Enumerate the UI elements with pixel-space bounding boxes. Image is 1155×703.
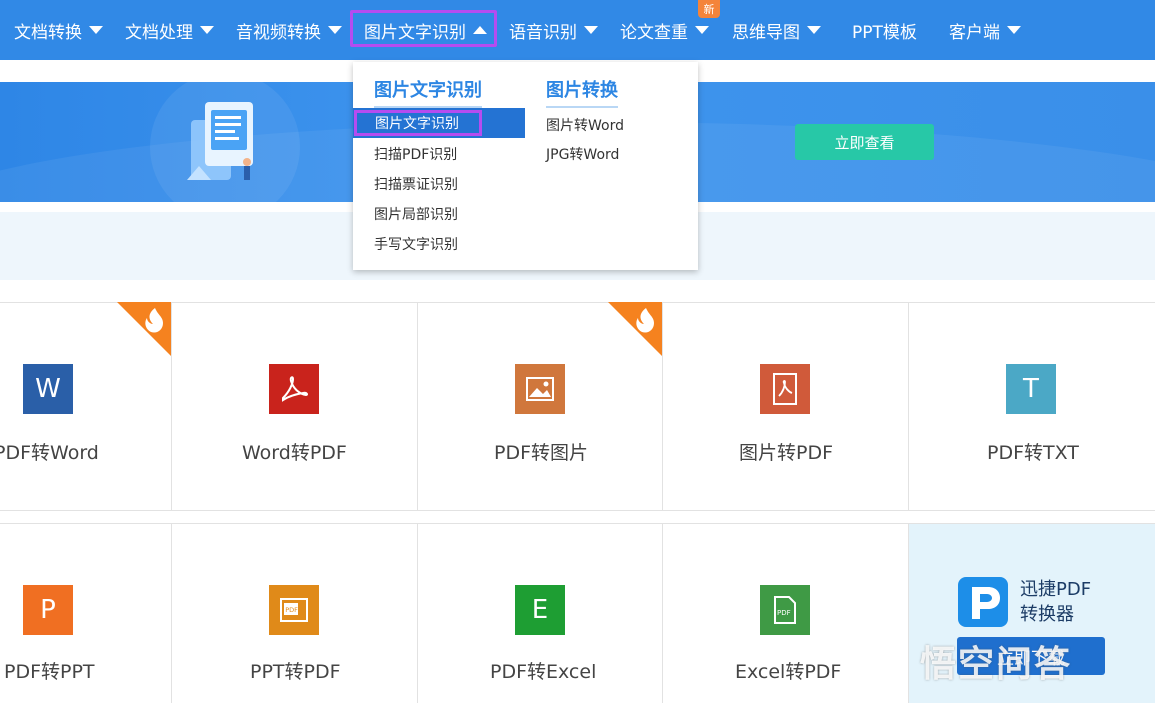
icon-letter: W <box>35 374 61 404</box>
nav-item-plagiarism[interactable]: 论文查重 <box>620 0 709 60</box>
svg-text:PDF: PDF <box>777 609 791 617</box>
nav-label: 论文查重 <box>620 22 688 43</box>
tile-label: PDF转图片 <box>494 442 589 464</box>
pdf-doc-glyph-icon: PDF <box>280 598 308 622</box>
tile-ppt-to-pdf[interactable]: PDF PPT转PDF <box>172 523 417 703</box>
view-now-button[interactable]: 立即查看 <box>795 124 934 160</box>
nav-item-doc-convert[interactable]: 文档转换 <box>14 0 103 60</box>
dropdown-item-image-partial-ocr[interactable]: 图片局部识别 <box>374 204 458 224</box>
picture-icon <box>526 377 554 401</box>
tile-label: PDF转TXT <box>987 442 1079 464</box>
caret-down-icon <box>328 26 342 34</box>
caret-down-icon <box>1007 26 1021 34</box>
tile-image-to-pdf[interactable]: 图片转PDF <box>663 302 908 510</box>
highlight-outline <box>350 10 497 47</box>
nav-label: 语音识别 <box>509 22 577 43</box>
dropdown-column-title: 图片转换 <box>546 76 618 108</box>
nav-label: 思维导图 <box>732 22 800 43</box>
new-badge: 新 <box>698 0 720 18</box>
caret-down-icon <box>584 26 598 34</box>
dropdown-item-jpg-to-word[interactable]: JPG转Word <box>546 144 619 164</box>
page: 文档转换 文档处理 音视频转换 图片文字识别 语音识别 论文查重 新 思维导图 … <box>0 0 1155 703</box>
image-icon <box>515 364 565 414</box>
promo-title: 迅捷PDF 转换器 <box>1020 577 1091 627</box>
tile-label: PDF转Excel <box>490 661 597 683</box>
tile-pdf-to-txt[interactable]: T PDF转TXT <box>909 302 1154 510</box>
pdf-doc-icon: PDF <box>269 585 319 635</box>
tile-label: PPT转PDF <box>250 661 341 683</box>
dropdown-item-scan-pdf-ocr[interactable]: 扫描PDF识别 <box>374 144 457 164</box>
acrobat-icon <box>282 376 308 402</box>
tile-pdf-to-ppt[interactable]: P PDF转PPT <box>0 523 171 703</box>
dropdown-column-title: 图片文字识别 <box>374 76 482 108</box>
pdf-doc-icon: PDF <box>760 585 810 635</box>
hot-flame-icon <box>117 302 171 356</box>
icon-letter: T <box>1023 374 1039 404</box>
dropdown-item-image-ocr[interactable]: 图片文字识别 <box>354 110 482 136</box>
top-nav: 文档转换 文档处理 音视频转换 图片文字识别 语音识别 论文查重 新 思维导图 … <box>0 0 1155 60</box>
nav-item-ppt-template[interactable]: PPT模板 <box>852 0 917 60</box>
tile-pdf-to-excel[interactable]: E PDF转Excel <box>418 523 663 703</box>
dropdown-item-image-to-word[interactable]: 图片转Word <box>546 115 624 135</box>
nav-item-client[interactable]: 客户端 <box>949 0 1021 60</box>
tile-word-to-pdf[interactable]: Word转PDF <box>172 302 417 510</box>
ppt-icon: P <box>23 585 73 635</box>
pdf-file-icon <box>773 373 797 405</box>
caret-down-icon <box>89 26 103 34</box>
tile-label: Word转PDF <box>242 442 347 464</box>
nav-item-mindmap[interactable]: 思维导图 <box>732 0 821 60</box>
grid-divider <box>0 510 1155 511</box>
nav-label: PPT模板 <box>852 22 917 43</box>
tile-label: PDF转PPT <box>4 661 95 683</box>
tile-label: 图片转PDF <box>739 442 834 464</box>
nav-label: 文档处理 <box>125 22 193 43</box>
caret-down-icon <box>695 26 709 34</box>
nav-item-image-ocr[interactable]: 图片文字识别 <box>350 0 497 60</box>
pdf-icon <box>760 364 810 414</box>
document-illustration-icon <box>187 102 253 180</box>
hot-flame-icon <box>608 302 662 356</box>
icon-letter: P <box>40 595 56 625</box>
xunjie-pdf-logo-icon <box>958 577 1008 627</box>
nav-item-av-convert[interactable]: 音视频转换 <box>236 0 342 60</box>
word-icon: W <box>23 364 73 414</box>
tile-label: PDF转Word <box>0 442 99 464</box>
tile-excel-to-pdf[interactable]: PDF Excel转PDF <box>663 523 908 703</box>
promo-title-line: 转换器 <box>1020 604 1074 625</box>
excel-icon: E <box>515 585 565 635</box>
pdf-page-icon: PDF <box>774 596 796 624</box>
tile-label: Excel转PDF <box>735 661 842 683</box>
image-ocr-dropdown: 图片文字识别 图片转换 图片文字识别 扫描PDF识别 扫描票证识别 图片局部识别… <box>353 62 698 270</box>
dropdown-item-scan-ticket-ocr[interactable]: 扫描票证识别 <box>374 174 458 194</box>
pdf-icon <box>269 364 319 414</box>
txt-icon: T <box>1006 364 1056 414</box>
caret-down-icon <box>807 26 821 34</box>
icon-letter: E <box>531 595 549 625</box>
promo-title-line: 迅捷PDF <box>1020 579 1092 600</box>
watermark: 悟空问答 <box>920 644 1073 685</box>
nav-label: 文档转换 <box>14 22 82 43</box>
nav-item-doc-process[interactable]: 文档处理 <box>125 0 214 60</box>
nav-label: 客户端 <box>949 22 1000 43</box>
nav-label: 音视频转换 <box>236 22 321 43</box>
caret-down-icon <box>200 26 214 34</box>
svg-text:PDF: PDF <box>285 606 298 614</box>
nav-item-speech[interactable]: 语音识别 <box>509 0 598 60</box>
dropdown-item-handwriting-ocr[interactable]: 手写文字识别 <box>374 234 458 254</box>
